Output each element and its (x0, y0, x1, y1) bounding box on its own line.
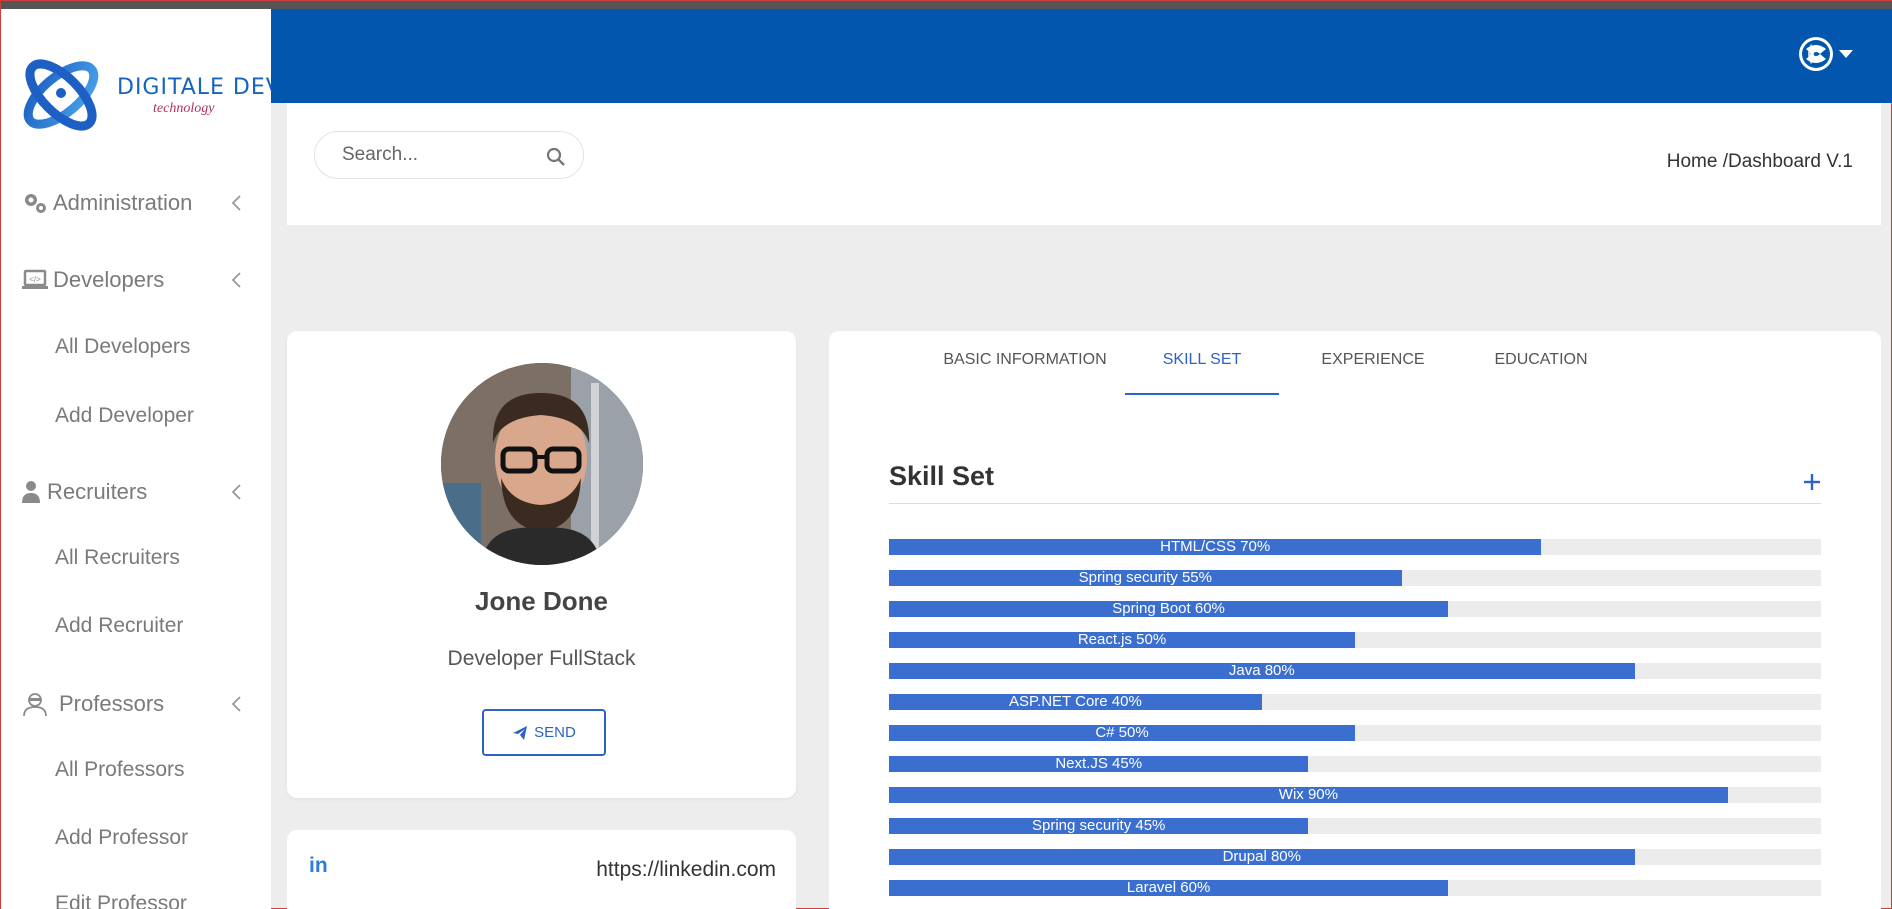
tab-skill-set[interactable]: SKILL SET (1125, 351, 1279, 395)
skill-bar-row: HTML/CSS 70% (889, 539, 1821, 555)
sidebar-subitem-all-developers[interactable]: All Developers (55, 335, 190, 359)
skill-bar-row: React.js 50% (889, 632, 1821, 648)
skill-bar-fill: Spring security 55% (889, 570, 1402, 586)
skill-bar-fill: Next.JS 45% (889, 756, 1309, 772)
skill-bar-fill: Spring Boot 60% (889, 601, 1449, 617)
sidebar-item-professors[interactable]: Professors (1, 679, 271, 729)
sidebar-subitem-all-professors[interactable]: All Professors (55, 758, 185, 782)
skill-bar-row: Spring security 45% (889, 818, 1821, 834)
sidebar-subitem-edit-professor[interactable]: Edit Professor (55, 892, 187, 909)
profile-tabs: BASIC INFORMATION SKILL SET EXPERIENCE E… (829, 331, 1881, 395)
add-skill-icon[interactable] (1801, 471, 1823, 493)
chevron-left-icon (231, 484, 241, 500)
svg-text:</>: </> (29, 275, 41, 284)
sidebar-item-administration[interactable]: Administration (1, 178, 271, 228)
sidebar: DIGITALE DEV technology Administration <… (1, 9, 271, 909)
chevron-left-icon (231, 272, 241, 288)
tab-experience[interactable]: EXPERIENCE (1303, 351, 1443, 395)
skill-bar-fill: Drupal 80% (889, 849, 1635, 865)
linkedin-icon: in (309, 854, 328, 877)
user-tie-icon (19, 478, 43, 506)
sidebar-item-recruiters[interactable]: Recruiters (1, 467, 271, 517)
skill-bar-row: Laravel 60% (889, 880, 1821, 896)
send-button[interactable]: SEND (482, 709, 606, 756)
tab-education[interactable]: EDUCATION (1471, 351, 1611, 395)
skill-bar-fill: Laravel 60% (889, 880, 1449, 896)
caret-down-icon (1839, 50, 1853, 58)
chevron-left-icon (231, 195, 241, 211)
laptop-code-icon: </> (21, 266, 49, 294)
sidebar-item-label: Developers (53, 267, 165, 292)
skill-bar-fill: React.js 50% (889, 632, 1355, 648)
skill-bar-row: Wix 90% (889, 787, 1821, 803)
paper-plane-icon (513, 725, 528, 740)
sidebar-subitem-add-professor[interactable]: Add Professor (55, 826, 188, 850)
brand-name: DIGITALE DEV (117, 75, 271, 100)
sidebar-item-label: Recruiters (47, 479, 148, 504)
skill-bar-row: Drupal 80% (889, 849, 1821, 865)
skill-bar-fill: Java 80% (889, 663, 1635, 679)
breadcrumb: Home /Dashboard V.1 (1667, 151, 1853, 173)
gears-icon (21, 189, 49, 217)
skill-bar-fill: C# 50% (889, 725, 1355, 741)
user-secret-icon (21, 690, 49, 718)
brand-tagline: technology (153, 101, 215, 116)
sidebar-subitem-all-recruiters[interactable]: All Recruiters (55, 546, 180, 570)
details-card: BASIC INFORMATION SKILL SET EXPERIENCE E… (829, 331, 1881, 909)
profile-card: Jone Done Developer FullStack SEND (287, 331, 796, 798)
breadcrumb-home[interactable]: Home (1667, 151, 1718, 172)
skill-bars: HTML/CSS 70% Spring security 55% Spring Bo… (889, 539, 1821, 909)
send-button-label: SEND (534, 724, 576, 741)
user-avatar-icon (1799, 37, 1833, 71)
profile-name: Jone Done (475, 586, 608, 616)
social-links-card: in https://linkedin.com (287, 830, 796, 909)
chevron-left-icon (231, 696, 241, 712)
linkedin-link[interactable]: https://linkedin.com (596, 858, 776, 882)
sidebar-item-developers[interactable]: </> Developers (1, 255, 271, 305)
skill-bar-row: Java 80% (889, 663, 1821, 679)
skill-bar-fill: Spring security 45% (889, 818, 1309, 834)
profile-photo (441, 363, 643, 565)
skill-bar-row: Spring security 55% (889, 570, 1821, 586)
tab-basic-information[interactable]: BASIC INFORMATION (925, 351, 1125, 395)
profile-role: Developer FullStack (447, 647, 636, 670)
skill-bar-row: ASP.NET Core 40% (889, 694, 1821, 710)
user-menu[interactable] (1799, 37, 1853, 71)
skill-bar-fill: ASP.NET Core 40% (889, 694, 1262, 710)
brand-logo[interactable]: DIGITALE DEV technology (17, 43, 271, 147)
skill-bar-fill: HTML/CSS 70% (889, 539, 1542, 555)
search-box (314, 131, 584, 179)
sidebar-subitem-add-recruiter[interactable]: Add Recruiter (55, 614, 183, 638)
skill-bar-row: Next.JS 45% (889, 756, 1821, 772)
content-topbar: Home /Dashboard V.1 (287, 103, 1881, 225)
section-divider (889, 503, 1821, 504)
skill-bar-fill: Wix 90% (889, 787, 1728, 803)
skill-bar-row: C# 50% (889, 725, 1821, 741)
sidebar-subitem-add-developer[interactable]: Add Developer (55, 404, 194, 428)
sidebar-item-label: Professors (59, 691, 165, 716)
sidebar-item-label: Administration (53, 190, 193, 215)
logo-mark-icon (23, 59, 99, 131)
search-icon[interactable] (545, 146, 567, 168)
breadcrumb-separator: / (1717, 151, 1728, 172)
search-input[interactable] (342, 144, 532, 166)
section-title: Skill Set (889, 461, 995, 491)
breadcrumb-current: Dashboard V.1 (1727, 151, 1853, 172)
window-top-border (1, 1, 1892, 9)
skill-bar-row: Spring Boot 60% (889, 601, 1821, 617)
top-header (271, 9, 1892, 103)
